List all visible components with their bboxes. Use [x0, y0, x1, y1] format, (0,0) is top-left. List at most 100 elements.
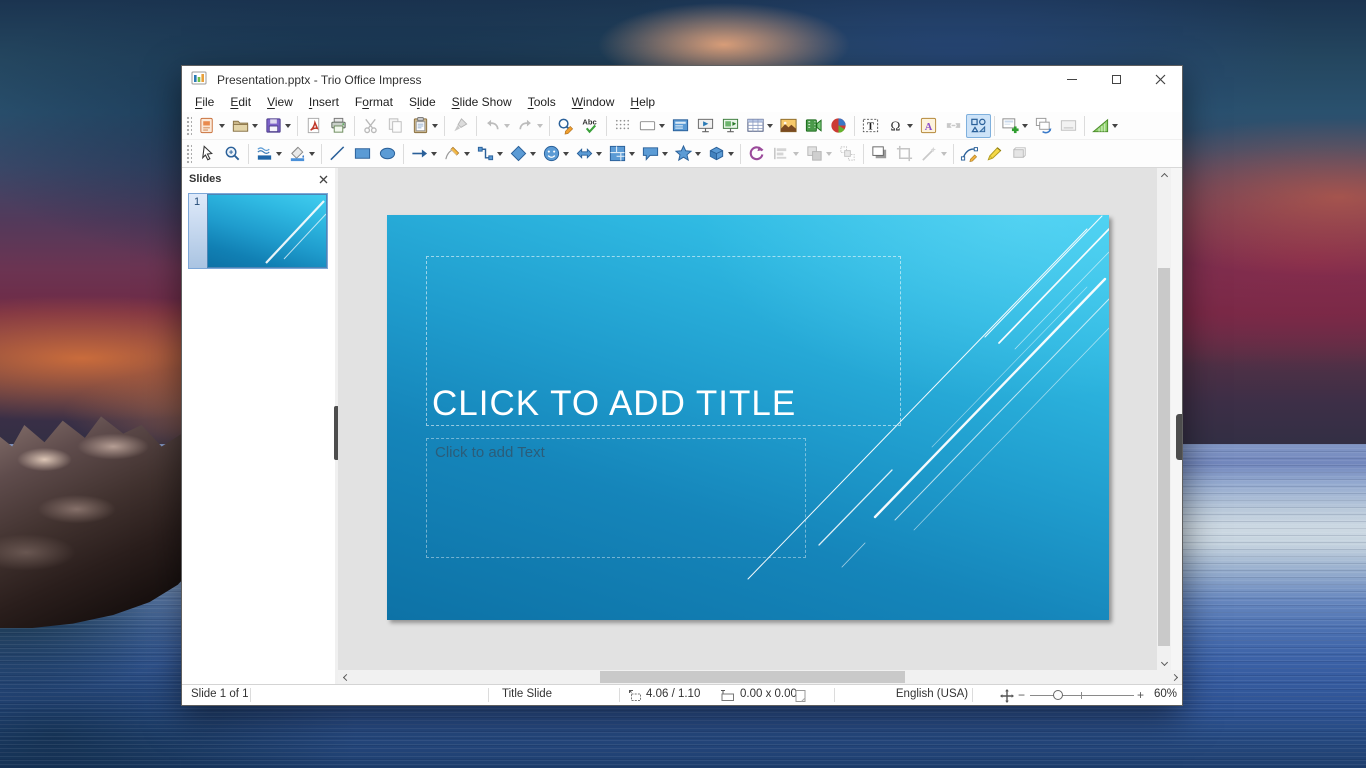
maximize-button[interactable] — [1094, 66, 1138, 93]
line-style-button[interactable] — [252, 142, 285, 166]
slide-count-status: Slide 1 of 1 — [191, 688, 249, 700]
vertical-scrollbar-thumb[interactable] — [1158, 268, 1170, 646]
open-button[interactable] — [228, 114, 261, 138]
fit-slide-button[interactable] — [1000, 689, 1014, 703]
curves-and-polygons-button[interactable] — [440, 142, 473, 166]
slide-thumbnail-1[interactable]: 1 — [188, 193, 328, 269]
flowchart-icon — [608, 144, 627, 163]
insert-media-button[interactable] — [801, 114, 826, 138]
start-from-first-slide-button[interactable] — [693, 114, 718, 138]
lines-and-arrows-button[interactable] — [407, 142, 440, 166]
3d-objects-button[interactable] — [704, 142, 737, 166]
scroll-up-button[interactable] — [1157, 168, 1171, 182]
text-placeholder[interactable]: Click to add Text — [426, 438, 806, 558]
document-modified-icon[interactable] — [794, 689, 807, 703]
smiley-icon — [542, 144, 561, 163]
new-slide-button[interactable] — [998, 114, 1031, 138]
zoom-in-button[interactable]: + — [1137, 688, 1144, 702]
menu-help[interactable]: Help — [622, 94, 663, 111]
symbol-shapes-button[interactable] — [539, 142, 572, 166]
titlebar[interactable]: Presentation.pptx - Trio Office Impress — [182, 66, 1182, 93]
menu-window[interactable]: Window — [564, 94, 623, 111]
zoom-slider-tick — [1081, 692, 1082, 699]
minimize-button[interactable] — [1050, 66, 1094, 93]
language-status[interactable]: English (USA) — [862, 688, 1002, 700]
toolbar-separator — [606, 116, 607, 136]
horizontal-scrollbar[interactable] — [338, 670, 1182, 684]
print-button[interactable] — [326, 114, 351, 138]
flowchart-shapes-button[interactable] — [605, 142, 638, 166]
zoom-level-status[interactable]: 60% — [1145, 688, 1177, 700]
master-slide-button[interactable] — [668, 114, 693, 138]
menu-format[interactable]: Format — [347, 94, 401, 111]
menu-tools[interactable]: Tools — [520, 94, 564, 111]
zoom-pan-button[interactable] — [220, 142, 245, 166]
basic-shapes-button[interactable] — [506, 142, 539, 166]
find-and-replace-button[interactable] — [553, 114, 578, 138]
slide-canvas[interactable]: CLICK TO ADD TITLE Click to add Text — [338, 168, 1157, 670]
zoom-out-button[interactable]: − — [1018, 688, 1025, 702]
menu-slide[interactable]: Slide — [401, 94, 444, 111]
window-edge-grip[interactable] — [1176, 414, 1182, 460]
line-icon — [328, 144, 347, 163]
slides-panel-close-button[interactable] — [319, 175, 328, 184]
toolbar-drag-handle[interactable] — [186, 116, 192, 136]
slide-layout-status: Title Slide — [502, 688, 552, 700]
scroll-left-button[interactable] — [338, 670, 352, 684]
rectangle-button[interactable] — [350, 142, 375, 166]
duplicate-slide-button[interactable] — [1031, 114, 1056, 138]
menu-edit[interactable]: Edit — [222, 94, 259, 111]
zoom-slider-track[interactable] — [1030, 695, 1134, 696]
start-from-current-slide-button[interactable] — [718, 114, 743, 138]
green-triangle-icon — [1091, 116, 1110, 135]
slide-editing-area[interactable]: CLICK TO ADD TITLE Click to add Text — [387, 215, 1109, 620]
insert-chart-button[interactable] — [826, 114, 851, 138]
edit-points-button[interactable] — [957, 142, 982, 166]
display-grid-button[interactable] — [610, 114, 635, 138]
group-icon — [838, 144, 857, 163]
horizontal-scrollbar-thumb[interactable] — [600, 671, 905, 683]
insert-image-button[interactable] — [776, 114, 801, 138]
menu-slide-show[interactable]: Slide Show — [444, 94, 520, 111]
insert-special-character-button[interactable]: Ω — [883, 114, 916, 138]
insert-text-box-button[interactable]: T — [858, 114, 883, 138]
menu-file[interactable]: File — [187, 94, 222, 111]
rename-slide-icon — [1059, 116, 1078, 135]
export-pdf-button[interactable] — [301, 114, 326, 138]
ellipse-icon — [378, 144, 397, 163]
spelling-button[interactable]: Abc — [578, 114, 603, 138]
block-arrows-button[interactable] — [572, 142, 605, 166]
insert-fontwork-button[interactable]: A — [916, 114, 941, 138]
statusbar: Slide 1 of 1 Title Slide 4.06 / 1.10 0.0… — [182, 684, 1182, 705]
connectors-button[interactable] — [473, 142, 506, 166]
shapes-toggle-button[interactable] — [966, 114, 991, 138]
arrange-objects-button — [802, 142, 835, 166]
zoom-slider-thumb[interactable] — [1053, 690, 1063, 700]
show-draw-functions-button[interactable] — [1088, 114, 1121, 138]
ellipse-button[interactable] — [375, 142, 400, 166]
title-placeholder[interactable]: CLICK TO ADD TITLE — [426, 256, 901, 426]
rotate-button[interactable] — [744, 142, 769, 166]
menu-view[interactable]: View — [259, 94, 301, 111]
scroll-down-button[interactable] — [1157, 656, 1171, 670]
show-gluepoint-functions-button[interactable] — [982, 142, 1007, 166]
insert-table-button[interactable] — [743, 114, 776, 138]
star-shapes-button[interactable] — [671, 142, 704, 166]
toolbar-drag-handle[interactable] — [186, 144, 192, 164]
select-button[interactable] — [195, 142, 220, 166]
vertical-scrollbar[interactable] — [1157, 168, 1171, 670]
close-button[interactable] — [1138, 66, 1182, 93]
copy-icon — [386, 116, 405, 135]
callout-shapes-button[interactable] — [638, 142, 671, 166]
display-views-button[interactable] — [635, 114, 668, 138]
paste-button[interactable] — [408, 114, 441, 138]
shadow-button[interactable] — [867, 142, 892, 166]
new-presentation-button[interactable] — [195, 114, 228, 138]
spellcheck-icon: Abc — [581, 116, 600, 135]
save-button[interactable] — [261, 114, 294, 138]
insert-line-button[interactable] — [325, 142, 350, 166]
redo-arrow-icon — [516, 116, 535, 135]
menu-insert[interactable]: Insert — [301, 94, 347, 111]
scroll-right-button[interactable] — [1168, 670, 1182, 684]
fill-color-button[interactable] — [285, 142, 318, 166]
